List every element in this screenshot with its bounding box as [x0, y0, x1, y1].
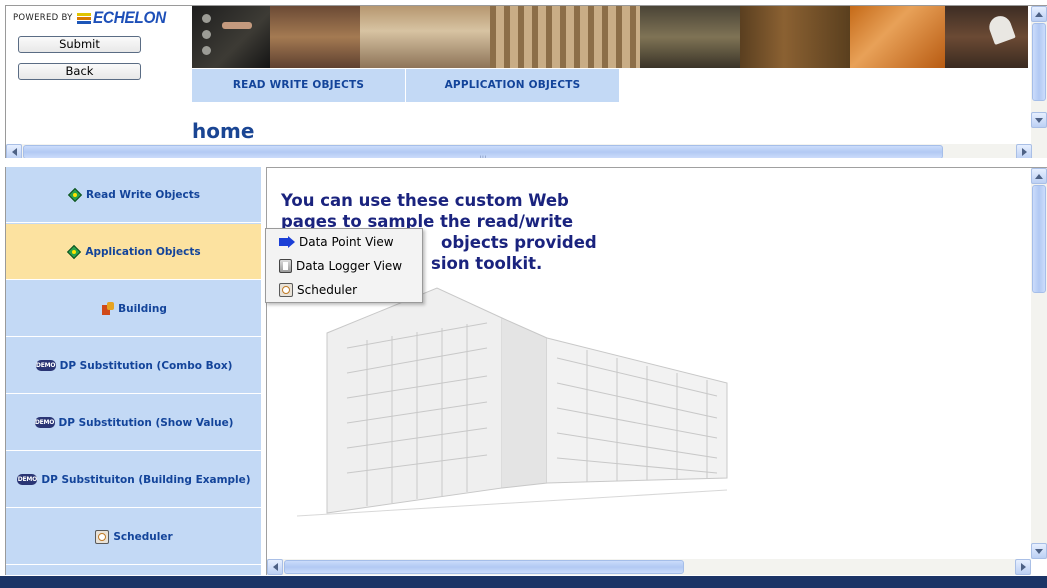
scroll-down-button[interactable] [1031, 112, 1047, 128]
powered-by-text: POWERED BY [13, 13, 73, 23]
sidebar-item-read-write-objects[interactable]: Read Write Objects [6, 167, 261, 223]
intro-line: You can use these custom Web [281, 191, 569, 210]
sidebar-item-scheduler[interactable]: Scheduler [6, 509, 261, 565]
demo-badge-icon: DEMO [35, 360, 56, 371]
sidebar-item-dp-substitution-building-example[interactable]: DEMO DP Substituiton (Building Example) [6, 452, 261, 508]
content-vertical-scrollbar[interactable] [1031, 168, 1047, 559]
building-icon [101, 302, 115, 315]
menu-item-scheduler[interactable]: Scheduler [266, 278, 422, 302]
submit-button[interactable]: Submit [18, 36, 141, 53]
scroll-left-icon [272, 563, 278, 571]
green-diamond-icon [67, 244, 82, 259]
tab-application-objects[interactable]: APPLICATION OBJECTS [406, 69, 620, 102]
scroll-thumb[interactable] [1032, 23, 1046, 101]
sidebar-item-application-objects[interactable]: Application Objects [6, 224, 261, 280]
scroll-right-button[interactable] [1016, 144, 1032, 158]
sidebar-item-dp-substitution-combo-box[interactable]: DEMO DP Substitution (Combo Box) [6, 338, 261, 394]
banner-panel-keypad [192, 6, 270, 68]
echelon-logo-icon [76, 12, 91, 24]
sidebar-item-label: DP Substitution (Combo Box) [59, 359, 233, 372]
scroll-down-icon [1035, 548, 1043, 554]
sidebar-item-label: Building [118, 302, 167, 315]
scroll-down-icon [1035, 117, 1043, 123]
scroll-thumb[interactable]: ||| [23, 145, 943, 158]
page: POWERED BY ECHELON Submit Back READ WRIT… [0, 0, 1047, 588]
demo-badge-icon: DEMO [34, 417, 55, 428]
scroll-left-icon [11, 148, 17, 156]
menu-item-data-point-view[interactable]: Data Point View [266, 230, 422, 254]
scroll-right-icon [1020, 563, 1026, 571]
blue-arrow-icon [279, 236, 295, 248]
menu-item-label: Scheduler [297, 283, 358, 297]
sidebar-item-building[interactable]: Building [6, 281, 261, 337]
menu-item-label: Data Point View [299, 235, 394, 249]
scroll-right-button[interactable] [1015, 559, 1031, 575]
top-frame-vertical-scrollbar[interactable] [1031, 6, 1047, 144]
scroll-thumb[interactable] [1032, 185, 1046, 293]
page-title: home [192, 119, 255, 143]
tab-read-write-objects[interactable]: READ WRITE OBJECTS [192, 69, 406, 102]
scroll-thumb[interactable] [284, 560, 684, 574]
sidebar-item-label: Application Objects [85, 245, 201, 258]
sidebar-item-label: DP Substituiton (Building Example) [41, 473, 251, 486]
banner-panel-orange [850, 6, 945, 68]
banner-panel-plaza [360, 6, 490, 68]
sidebar-item-label: Read Write Objects [85, 188, 201, 201]
footer-bar [0, 576, 1047, 588]
top-nav: READ WRITE OBJECTS APPLICATION OBJECTS [192, 69, 620, 102]
sidebar-item-label: Scheduler [113, 530, 173, 543]
banner-panel-shutters [740, 6, 850, 68]
scroll-grip-icon: ||| [479, 155, 486, 159]
banner-panel-lamp [945, 6, 1028, 68]
scroll-up-icon [1035, 11, 1043, 17]
scroll-down-button[interactable] [1031, 543, 1047, 559]
demo-badge-icon: DEMO [17, 474, 38, 485]
green-diamond-icon [67, 187, 83, 202]
clock-icon [95, 529, 110, 544]
sidebar-item-label: DP Substitution (Show Value) [58, 416, 234, 429]
menu-item-data-logger-view[interactable]: Data Logger View [266, 254, 422, 278]
banner-panel-brick [270, 6, 360, 68]
menu-item-label: Data Logger View [296, 259, 403, 273]
echelon-logo: POWERED BY ECHELON [13, 8, 174, 28]
sidebar: Read Write Objects Application Objects B… [5, 167, 261, 575]
scroll-left-button[interactable] [6, 144, 22, 158]
data-logger-icon [279, 259, 292, 273]
top-frame: POWERED BY ECHELON Submit Back READ WRIT… [5, 5, 1047, 158]
clock-icon [279, 283, 293, 297]
application-objects-dropdown-menu: Data Point View Data Logger View Schedul… [265, 228, 423, 303]
scroll-right-icon [1021, 148, 1027, 156]
echelon-logo-text: ECHELON [92, 8, 166, 27]
building-illustration [296, 287, 728, 517]
content-horizontal-scrollbar[interactable] [267, 559, 1031, 575]
banner-panel-windows [640, 6, 740, 68]
scroll-up-button[interactable] [1031, 6, 1047, 22]
banner-panel-facade [490, 6, 640, 68]
scroll-left-button[interactable] [267, 559, 283, 575]
sidebar-item-dp-substitution-show-value[interactable]: DEMO DP Substitution (Show Value) [6, 395, 261, 451]
header-banner-image [192, 6, 1028, 68]
scroll-up-button[interactable] [1031, 168, 1047, 184]
back-button[interactable]: Back [18, 63, 141, 80]
top-frame-horizontal-scrollbar[interactable]: ||| [6, 144, 1047, 158]
scroll-up-icon [1035, 173, 1043, 179]
